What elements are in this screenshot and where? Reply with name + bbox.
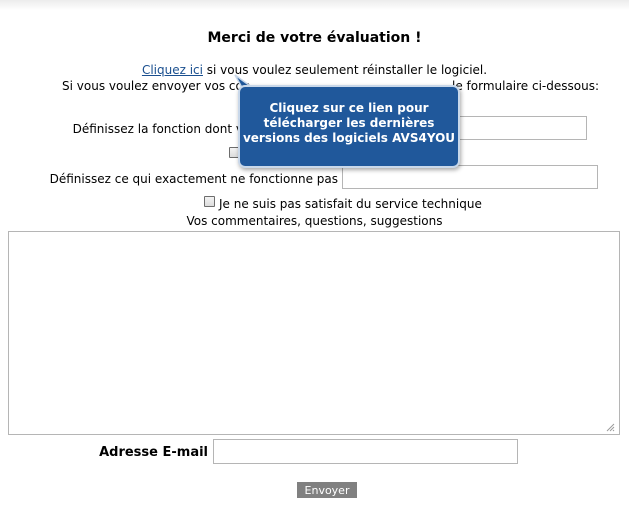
unsatisfied-label: Je ne suis pas satisfait du service tech… bbox=[219, 197, 482, 211]
not-working-input[interactable] bbox=[342, 165, 598, 189]
email-label: Adresse E-mail bbox=[99, 445, 208, 460]
function-input[interactable] bbox=[446, 116, 587, 140]
feedback-instruction-start: Si vous voulez envoyer vos con bbox=[62, 79, 251, 93]
unsatisfied-checkbox[interactable] bbox=[204, 196, 215, 207]
top-shade bbox=[0, 0, 629, 10]
submit-button[interactable]: Envoyer bbox=[297, 482, 357, 498]
download-tooltip: Cliquez sur ce lien pour télécharger les… bbox=[238, 85, 460, 168]
download-link[interactable]: Cliquez ici bbox=[142, 63, 203, 77]
page-title: Merci de votre évaluation ! bbox=[207, 30, 422, 46]
function-label: Définissez la fonction dont v bbox=[72, 122, 243, 136]
feedback-instruction-end: le formulaire ci-dessous: bbox=[452, 79, 600, 93]
reinstall-line: Cliquez ici si vous voulez seulement réi… bbox=[0, 63, 629, 77]
email-input[interactable] bbox=[213, 439, 518, 464]
comments-textarea[interactable] bbox=[8, 231, 620, 435]
comments-label: Vos commentaires, questions, suggestions bbox=[186, 214, 443, 228]
resize-grip-icon[interactable] bbox=[605, 422, 615, 432]
not-working-label: Définissez ce qui exactement ne fonction… bbox=[49, 172, 338, 186]
